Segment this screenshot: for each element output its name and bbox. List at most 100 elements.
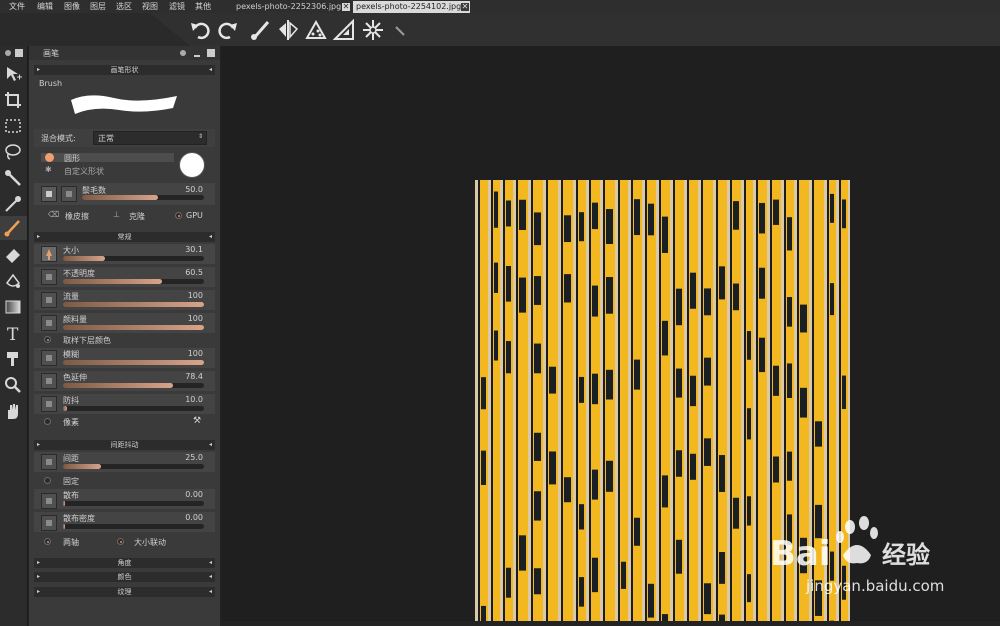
facade-stripe: [615, 180, 618, 621]
blur-pressure-toggle[interactable]: [41, 350, 57, 366]
crop-tool-icon[interactable]: [3, 90, 23, 110]
ruler-icon[interactable]: [333, 19, 355, 41]
scatter-density-toggle[interactable]: [41, 515, 57, 531]
clone-stamp-icon[interactable]: [3, 349, 23, 369]
tab-photo-2254102[interactable]: pexels-photo-2254102.jpg ✕: [353, 1, 470, 13]
facade-window: [592, 203, 598, 229]
menu-filter[interactable]: 滤镜: [169, 1, 185, 12]
size-slider[interactable]: [63, 256, 204, 261]
scatter-toggle[interactable]: [41, 493, 57, 509]
smudge-slider[interactable]: [63, 383, 204, 388]
lasso-icon[interactable]: [3, 142, 23, 162]
flow-slider[interactable]: [63, 302, 204, 307]
sample-layer-radio[interactable]: [44, 336, 51, 343]
facade-column: [670, 180, 682, 621]
facade-window: [690, 454, 696, 480]
both-axes-label: 两轴: [63, 537, 79, 548]
eraser-mode-icon[interactable]: ⌫: [48, 210, 59, 219]
facade-stripe: [670, 180, 673, 621]
brush-name: Brush: [39, 79, 62, 88]
clone-mode-icon[interactable]: ⊥: [113, 210, 120, 219]
gradient-icon[interactable]: [3, 297, 23, 317]
opacity-slider[interactable]: [63, 279, 204, 284]
pen-icon[interactable]: [390, 19, 412, 41]
spacing-slider[interactable]: [63, 464, 204, 469]
size-link-radio[interactable]: [117, 538, 124, 545]
brush-panel: 画笔 ▸画笔形状◂ Brush 混合模式: 正常 ⇕ 圆形 ✱ 自定义形状 鬃毛…: [29, 46, 220, 626]
menu-image[interactable]: 图像: [64, 1, 80, 12]
shape-custom-label[interactable]: 自定义形状: [64, 166, 104, 177]
facade-window: [621, 562, 626, 589]
undo-icon[interactable]: [189, 19, 211, 41]
paint-pressure-toggle[interactable]: [41, 315, 57, 331]
panel-window-icons[interactable]: [179, 49, 217, 57]
fixed-radio[interactable]: [44, 477, 51, 484]
eraser-mode-label[interactable]: 橡皮擦: [65, 211, 89, 222]
opacity-pressure-toggle[interactable]: [41, 269, 57, 285]
facade-shadow: [730, 180, 732, 621]
menu-other[interactable]: 其他: [195, 1, 211, 12]
panel-title: 画笔: [43, 48, 59, 59]
facade-window: [662, 321, 668, 356]
snowflake-icon[interactable]: [362, 19, 384, 41]
magic-wand-icon[interactable]: [3, 168, 23, 188]
tab-close-icon[interactable]: ✕: [461, 3, 469, 11]
facade-window: [773, 366, 779, 396]
menu-select[interactable]: 选区: [116, 1, 132, 12]
flow-pressure-toggle[interactable]: [41, 292, 57, 308]
shape-circle-row[interactable]: [41, 153, 174, 162]
brush-tool-icon[interactable]: [3, 218, 23, 238]
slider-fill: [63, 406, 67, 411]
menu-file[interactable]: 文件: [9, 1, 25, 12]
bristle-brush-icon[interactable]: [41, 186, 57, 202]
zoom-icon[interactable]: [3, 375, 23, 395]
stabilizer-toggle[interactable]: [41, 396, 57, 412]
hand-icon[interactable]: [3, 401, 23, 421]
facade-column: [500, 180, 511, 621]
facade-column: [727, 180, 739, 621]
section-texture-header[interactable]: ▸纹理◂: [34, 587, 215, 597]
section-brush-shape-header[interactable]: ▸画笔形状◂: [34, 65, 215, 75]
toolbox: T: [0, 46, 28, 626]
gpu-radio[interactable]: [175, 212, 182, 219]
stabilizer-slider[interactable]: [63, 406, 204, 411]
bristles-slider[interactable]: [82, 195, 204, 200]
menu-edit[interactable]: 编辑: [37, 1, 53, 12]
brush-icon[interactable]: [249, 19, 271, 41]
blur-slider[interactable]: [63, 360, 204, 365]
redo-icon[interactable]: [217, 19, 239, 41]
facade-column: [741, 180, 751, 621]
paint-amount-slider[interactable]: [63, 325, 204, 330]
smudge-pressure-toggle[interactable]: [41, 373, 57, 389]
facade-window: [676, 450, 682, 476]
section-angle-header[interactable]: ▸角度◂: [34, 558, 215, 568]
both-axes-radio[interactable]: [44, 538, 51, 545]
facade-window: [787, 217, 792, 250]
particles-icon[interactable]: [305, 19, 327, 41]
scatter-slider[interactable]: [63, 501, 204, 506]
fill-icon[interactable]: [3, 271, 23, 291]
spacing-toggle[interactable]: [41, 454, 57, 470]
menu-layer[interactable]: 图层: [90, 1, 106, 12]
eyedropper-icon[interactable]: [3, 194, 23, 214]
facade-shadow: [561, 180, 563, 621]
wrench-icon[interactable]: ⚒: [193, 416, 201, 426]
section-color-header[interactable]: ▸颜色◂: [34, 572, 215, 582]
move-tool-icon[interactable]: [3, 64, 23, 84]
clone-mode-label[interactable]: 克隆: [129, 211, 145, 222]
tab-photo-2252306[interactable]: pexels-photo-2252306.jpg ✕: [233, 1, 351, 13]
section-spacing-header[interactable]: ▸间距抖动◂: [34, 440, 215, 450]
symmetry-icon[interactable]: [277, 19, 299, 41]
bristles-toggle[interactable]: [61, 186, 77, 202]
facade-window: [534, 212, 541, 245]
scatter-density-slider[interactable]: [63, 524, 204, 529]
menu-view[interactable]: 视图: [142, 1, 158, 12]
blend-mode-select[interactable]: 正常 ⇕: [93, 131, 207, 145]
rect-select-icon[interactable]: [3, 116, 23, 136]
tab-close-icon[interactable]: ✕: [342, 3, 350, 11]
pixel-radio[interactable]: [44, 418, 51, 425]
text-tool-icon[interactable]: T: [3, 323, 23, 343]
section-general-header[interactable]: ▸常规◂: [34, 232, 215, 242]
eraser-icon[interactable]: [3, 244, 23, 264]
pressure-size-icon[interactable]: [41, 246, 57, 262]
